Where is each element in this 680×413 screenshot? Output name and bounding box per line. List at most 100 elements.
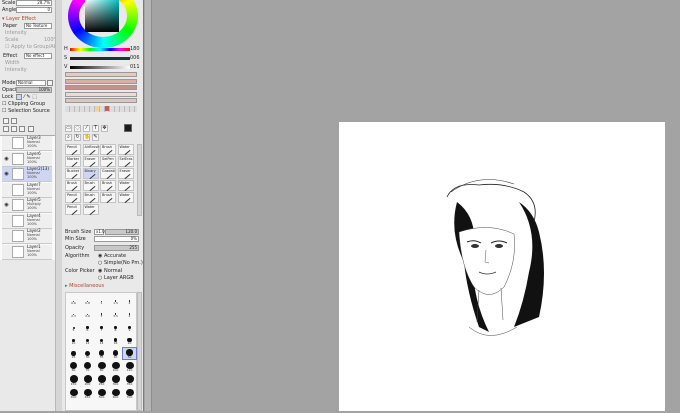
wand-icon[interactable]: ⁄ (83, 125, 90, 132)
brush-size-preset[interactable]: 2.6 (81, 308, 94, 319)
paper-select[interactable]: No Texture (24, 23, 52, 29)
visibility-eye-icon[interactable]: ◉ (3, 171, 10, 177)
brush-size-preset[interactable]: 300 (109, 375, 122, 386)
brush-size-preset[interactable]: 400 (67, 388, 80, 400)
miscellaneous-header[interactable]: ▸ Miscellaneous (65, 283, 104, 289)
brush-size-preset[interactable]: 80 (95, 361, 108, 373)
brush-size-preset[interactable]: 500 (95, 388, 108, 400)
visibility-eye-icon[interactable] (3, 249, 10, 255)
brush-size-preset[interactable]: 50 (122, 347, 137, 360)
brush-tool-button[interactable]: Binary (82, 168, 99, 180)
brush-tool-button[interactable]: Water (117, 192, 134, 204)
layer-row[interactable]: Layer4 Normal 100% (2, 213, 52, 229)
brush-tool-button[interactable]: Water (117, 180, 134, 192)
canvas-left-ruler[interactable] (145, 0, 152, 411)
brush-size-preset[interactable]: 12 (81, 335, 94, 346)
picker-normal-radio[interactable]: ◉ Normal (98, 268, 122, 274)
brush-size-preset[interactable]: 7 (95, 321, 108, 332)
brush-tool-button[interactable]: Water (117, 144, 134, 156)
select-rect-icon[interactable]: ▭ (65, 125, 72, 132)
zoom-icon[interactable]: ⌕ (65, 134, 72, 141)
clipping-group-checkbox[interactable]: ☐ Clipping Group (2, 101, 45, 107)
brush-tool-button[interactable]: Brush (65, 180, 81, 192)
visibility-eye-icon[interactable] (3, 233, 10, 239)
layer-row[interactable]: Layer2 Normal 100% (2, 228, 52, 244)
layer-row[interactable]: Layer1 Normal 100% (2, 244, 52, 260)
opacity-slider[interactable]: 100% (16, 87, 52, 93)
brush-size-preset[interactable]: 450 (81, 388, 94, 400)
brush-size-preset[interactable]: 6 (81, 321, 94, 332)
angle-slider[interactable]: 0 (16, 7, 52, 13)
brush-size-preset[interactable]: 1 (95, 294, 108, 305)
layer-effect-header[interactable]: ▾ Layer Effect (2, 16, 36, 22)
brush-size-preset[interactable]: 25 (67, 348, 80, 359)
tool-grid-scrollbar[interactable] (137, 144, 142, 216)
text-icon[interactable]: T (92, 125, 99, 132)
saturation-value-square[interactable] (85, 0, 119, 32)
brush-tool-button[interactable]: Brush (82, 180, 99, 192)
visibility-eye-icon[interactable] (3, 187, 10, 193)
brush-tool-button[interactable]: AirBrush (82, 144, 99, 156)
brush-size-preset[interactable]: 200 (81, 375, 94, 386)
brush-size-preset[interactable]: 100 (109, 361, 122, 373)
visibility-eye-icon[interactable] (3, 218, 10, 224)
brush-size-preset[interactable]: 9 (123, 321, 136, 332)
color-mix-slider[interactable] (65, 78, 137, 84)
visibility-eye-icon[interactable]: ◉ (3, 202, 10, 208)
brush-size-slider[interactable]: 120.0 (105, 229, 139, 235)
brush-size-preset[interactable]: 120 (123, 361, 136, 373)
new-layer-icon[interactable] (3, 118, 9, 124)
color-mix-slider[interactable] (65, 98, 137, 103)
picker-argb-radio[interactable]: ○ Layer ARGB (98, 275, 134, 281)
brush-tool-button[interactable]: Bucket (65, 168, 81, 180)
brush-size-preset[interactable]: 1.5 (109, 294, 122, 305)
brush-tool-button[interactable]: Water (82, 204, 99, 216)
brush-tool-button[interactable]: Pencil (65, 192, 81, 204)
brush-size-preset[interactable]: 35 (95, 348, 108, 359)
layer-row[interactable]: ◉ Layer6 Normal 100% (2, 151, 52, 167)
brush-size-preset[interactable]: 600 (109, 388, 122, 400)
brush-size-preset[interactable]: 14 (95, 335, 108, 346)
mode-dropdown-button[interactable] (47, 80, 53, 86)
color-palette[interactable] (65, 106, 137, 112)
brush-tool-button[interactable]: Brush (100, 144, 116, 156)
brush-size-preset[interactable]: 3 (95, 308, 108, 319)
visibility-eye-icon[interactable] (3, 140, 10, 146)
effect-select[interactable]: No effect (24, 53, 52, 59)
hue-slider[interactable] (70, 48, 130, 51)
lasso-icon[interactable]: ◌ (74, 125, 81, 132)
value-slider[interactable] (70, 66, 130, 69)
lock-transparency-button[interactable] (16, 94, 22, 100)
move-icon[interactable]: ✥ (101, 125, 108, 132)
algorithm-accurate-radio[interactable]: ◉ Accurate (98, 253, 126, 259)
brush-tool-button[interactable]: Brush (100, 192, 116, 204)
current-color-swatch[interactable] (124, 124, 132, 132)
brush-tool-button[interactable]: Eraser (82, 156, 99, 168)
layer-row[interactable]: Layer3 Normal 100% (2, 135, 52, 151)
brush-tool-button[interactable]: Marker (65, 156, 81, 168)
brush-size-preset[interactable]: 350 (123, 375, 136, 386)
brush-size-preset[interactable]: 10 (67, 335, 80, 346)
brush-size-preset[interactable]: 4 (123, 308, 136, 319)
brush-tool-button[interactable]: SelPen (100, 156, 116, 168)
density-slider[interactable]: 255 (94, 245, 139, 251)
saturation-slider[interactable] (70, 57, 130, 60)
clear-layer-icon[interactable] (19, 126, 25, 132)
brush-size-preset[interactable]: 20 (123, 335, 136, 346)
color-mix-slider[interactable] (65, 91, 137, 97)
drawing-canvas[interactable] (339, 122, 665, 411)
brush-size-preset[interactable]: 0.6 (67, 294, 80, 305)
hand-icon[interactable]: ✋ (83, 134, 90, 141)
scale-slider[interactable]: 28.7% (16, 0, 52, 6)
brush-size-scrollbar[interactable] (137, 292, 142, 411)
brush-size-preset[interactable]: 3.5 (109, 308, 122, 319)
brush-size-multiplier[interactable]: x1.0 (94, 229, 105, 235)
brush-size-preset[interactable]: 700 (123, 388, 136, 400)
layer-row[interactable]: ◉ Layer2(13) Normal 100% (2, 166, 52, 182)
brush-size-preset[interactable]: 2 (123, 294, 136, 305)
brush-size-preset[interactable]: 0.8 (81, 294, 94, 305)
brush-tool-button[interactable]: Eraser (117, 168, 134, 180)
lock-icons[interactable]: ⁄ ✎ ⬚ (24, 94, 37, 100)
brush-size-preset[interactable]: 40 (109, 348, 122, 359)
rotate-icon[interactable]: ↻ (74, 134, 81, 141)
